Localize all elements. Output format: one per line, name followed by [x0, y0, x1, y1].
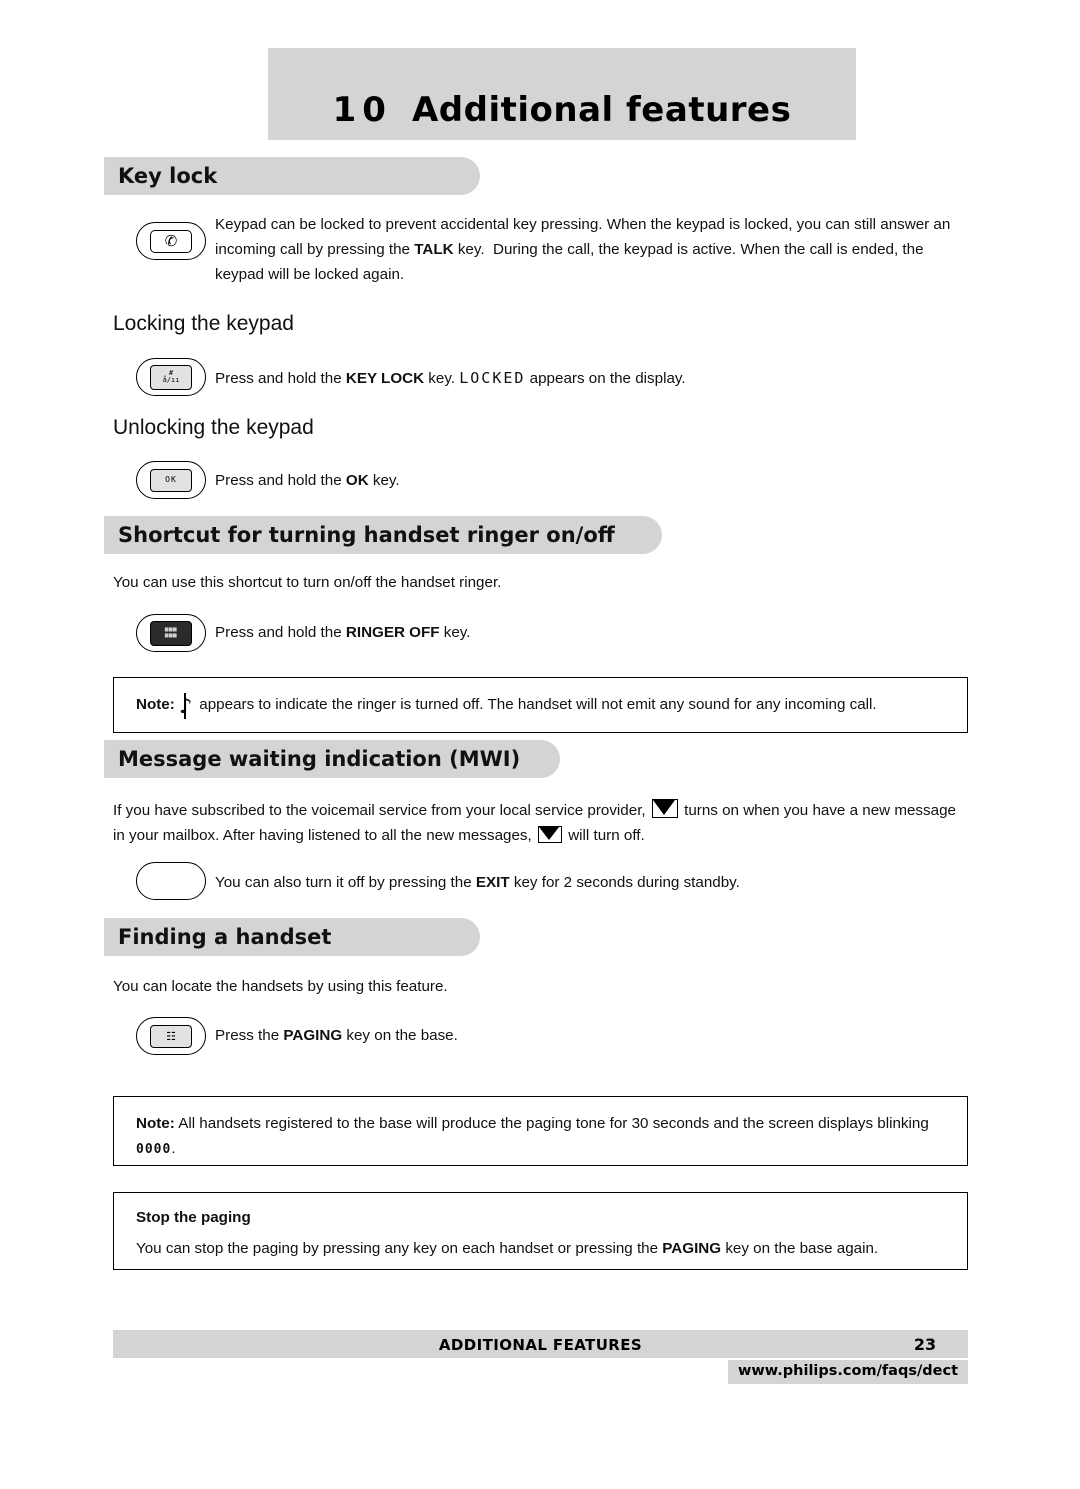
stop-paging-heading: Stop the paging: [136, 1209, 251, 1226]
ringer-shortcut-step: Press and hold the RINGER OFF key.: [215, 620, 975, 645]
section-heading-mwi-label: Message waiting indication (MWI): [118, 747, 521, 771]
locking-step-text-before: Press and hold the: [215, 370, 346, 387]
ringer-step-text-after: key.: [439, 624, 471, 641]
finding-handset-step: Press the PAGING key on the base.: [215, 1023, 975, 1048]
key-lock-intro: Keypad can be locked to prevent accident…: [215, 216, 951, 283]
envelope-icon-off: [537, 826, 562, 843]
note-box-ringer-content: Note: appears to indicate the ringer is …: [114, 678, 967, 731]
handset-glyph: ✆: [164, 231, 178, 250]
stop-paging-bold: PAGING: [662, 1240, 722, 1257]
stop-paging-text-after: key on the base again.: [721, 1240, 879, 1257]
exit-key-icon: [136, 862, 206, 900]
key-lock-bold: KEY LOCK: [345, 370, 425, 387]
talk-key-icon: ✆: [136, 222, 206, 260]
mwi-step-text-before: You can also turn it off by pressing the: [215, 874, 476, 891]
exit-key-bold: EXIT: [475, 874, 510, 891]
ringer-key-grid: ▦▦▦ ▦▦▦: [150, 620, 192, 646]
ok-key-inner: OK: [150, 468, 192, 492]
ringer-off-key-icon: ▦▦▦ ▦▦▦: [136, 614, 206, 652]
ringer-shortcut-intro: You can use this shortcut to turn on/off…: [113, 574, 502, 591]
key-lock-key-inner: # å/ıı: [150, 364, 192, 390]
document-page: 10 Additional features Key lock ✆ Keypad …: [0, 0, 1080, 1489]
note-box-ringer: Note: appears to indicate the ringer is …: [113, 677, 968, 733]
ringer-off-indicator-icon: [179, 696, 195, 717]
locking-step-text-mid: key.: [424, 370, 460, 387]
key-lock-sub-label: å/ıı: [162, 376, 180, 384]
stop-paging-text: You can stop the paging by pressing any …: [136, 1236, 945, 1261]
note-box-stop-paging-content: Stop the paging You can stop the paging …: [114, 1193, 967, 1275]
note-text-paging-b: .: [171, 1140, 176, 1157]
ok-key-icon: OK: [136, 461, 206, 499]
chapter-number: 10: [332, 90, 392, 130]
unlocking-step-text-after: key.: [368, 472, 400, 489]
locking-keypad-step: Press and hold the KEY LOCK key. LOCKED …: [215, 366, 975, 391]
note-label-ringer: Note:: [136, 696, 175, 713]
section-heading-mwi: Message waiting indication (MWI): [104, 740, 560, 778]
section-heading-finding-handset-label: Finding a handset: [118, 925, 332, 949]
unlocking-step-text-before: Press and hold the: [215, 472, 346, 489]
mwi-step: You can also turn it off by pressing the…: [215, 870, 975, 895]
note-box-paging-content: Note: All handsets registered to the bas…: [114, 1097, 967, 1176]
section-heading-key-lock-label: Key lock: [118, 164, 218, 188]
footer-title: ADDITIONAL FEATURES: [438, 1336, 643, 1354]
section-heading-finding-handset: Finding a handset: [104, 918, 480, 956]
footer-page-number: 23: [913, 1335, 937, 1354]
subheading-locking-keypad: Locking the keypad: [113, 312, 294, 335]
subheading-unlocking-keypad: Unlocking the keypad: [113, 416, 314, 439]
paging-key-bold: PAGING: [283, 1027, 343, 1044]
chapter-title-text: Additional features: [411, 90, 792, 130]
envelope-icon-on: [651, 799, 678, 818]
talk-key-bold: TALK: [414, 241, 454, 258]
paging-key-icon: ☷: [136, 1017, 206, 1055]
note-box-stop-paging: Stop the paging You can stop the paging …: [113, 1192, 968, 1270]
note-box-paging: Note: All handsets registered to the bas…: [113, 1096, 968, 1166]
paging-key-inner: ☷: [150, 1024, 192, 1048]
footer-url: www.philips.com/faqs/dect: [738, 1363, 958, 1379]
note-text-ringer: appears to indicate the ringer is turned…: [199, 696, 877, 713]
page-title: 10 Additional features: [268, 90, 856, 130]
lcd-locked-text: LOCKED: [459, 369, 526, 387]
section-heading-ringer-shortcut-label: Shortcut for turning handset ringer on/o…: [118, 523, 615, 547]
paging-step-text-before: Press the: [215, 1027, 284, 1044]
mwi-text-a: If you have subscribed to the voicemail …: [113, 802, 646, 819]
unlocking-keypad-step: Press and hold the OK key.: [215, 468, 975, 493]
mwi-text-c: will turn off.: [568, 827, 645, 844]
lcd-paging-digits: 0000: [136, 1142, 172, 1157]
note-text-paging-a: All handsets registered to the base will…: [178, 1115, 929, 1132]
locking-step-text-after: appears on the display.: [525, 370, 686, 387]
mwi-step-text-after: key for 2 seconds during standby.: [509, 874, 740, 891]
paging-step-text-after: key on the base.: [342, 1027, 458, 1044]
ok-key-bold: OK: [345, 472, 369, 489]
section-heading-ringer-shortcut: Shortcut for turning handset ringer on/o…: [104, 516, 662, 554]
ringer-step-text-before: Press and hold the: [215, 624, 346, 641]
stop-paging-text-before: You can stop the paging by pressing any …: [136, 1240, 663, 1257]
note-label-paging: Note:: [136, 1115, 175, 1132]
key-lock-key-icon: # å/ıı: [136, 358, 206, 396]
mwi-paragraph: If you have subscribed to the voicemail …: [113, 798, 958, 848]
ringer-off-bold: RINGER OFF: [345, 624, 440, 641]
finding-handset-intro: You can locate the handsets by using thi…: [113, 978, 448, 995]
section-heading-key-lock: Key lock: [104, 157, 480, 195]
